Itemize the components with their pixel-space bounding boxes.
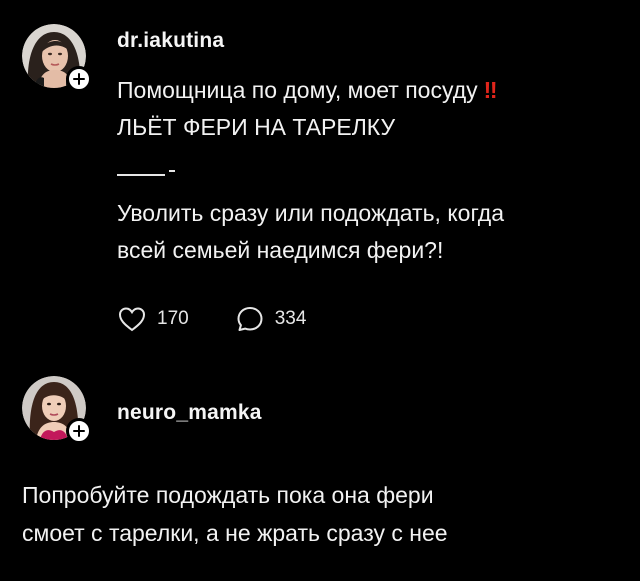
- post-2-avatar-wrap[interactable]: [22, 376, 92, 444]
- post-1-actions: 170 334: [117, 304, 352, 334]
- plus-icon: [73, 425, 85, 437]
- double-exclamation-emoji: ‼: [483, 77, 498, 103]
- post-1-text-line-1: Помощница по дому, моет посуду ‼: [117, 72, 498, 109]
- post-2-text-line-1: Попробуйте подождать пока она фери: [22, 482, 434, 508]
- comment-bubble-icon: [237, 307, 263, 331]
- follow-plus-button[interactable]: [66, 418, 92, 444]
- post-2-text: Попробуйте подождать пока она фери смоет…: [22, 476, 448, 552]
- post-1-text-line-5: всей семьей наедимся фери?!: [117, 237, 444, 263]
- follow-plus-button[interactable]: [66, 66, 92, 92]
- post-1-line1-text: Помощница по дому, моет посуду: [117, 77, 478, 103]
- heart-icon: [118, 307, 146, 332]
- comment-button[interactable]: 334: [235, 304, 307, 334]
- post-1-text-line-2: ЛЬЁТ ФЕРИ НА ТАРЕЛКУ: [117, 114, 396, 140]
- post-2-username[interactable]: neuro_mamka: [117, 401, 262, 425]
- post-1-avatar-wrap[interactable]: [22, 24, 92, 92]
- divider-dash-tail: [169, 170, 175, 172]
- post-1-username[interactable]: dr.iakutina: [117, 29, 224, 53]
- like-button[interactable]: 170: [117, 304, 189, 334]
- post-1-text-line-4: Уволить сразу или подождать, когда: [117, 200, 505, 226]
- thread-page: dr.iakutina Помощница по дому, моет посу…: [0, 0, 640, 581]
- like-count: 170: [157, 308, 189, 329]
- plus-icon: [73, 73, 85, 85]
- comment-count: 334: [274, 308, 307, 329]
- divider-dash: [117, 174, 165, 176]
- post-2-text-line-2: смоет с тарелки, а не жрать сразу с нее: [22, 520, 448, 546]
